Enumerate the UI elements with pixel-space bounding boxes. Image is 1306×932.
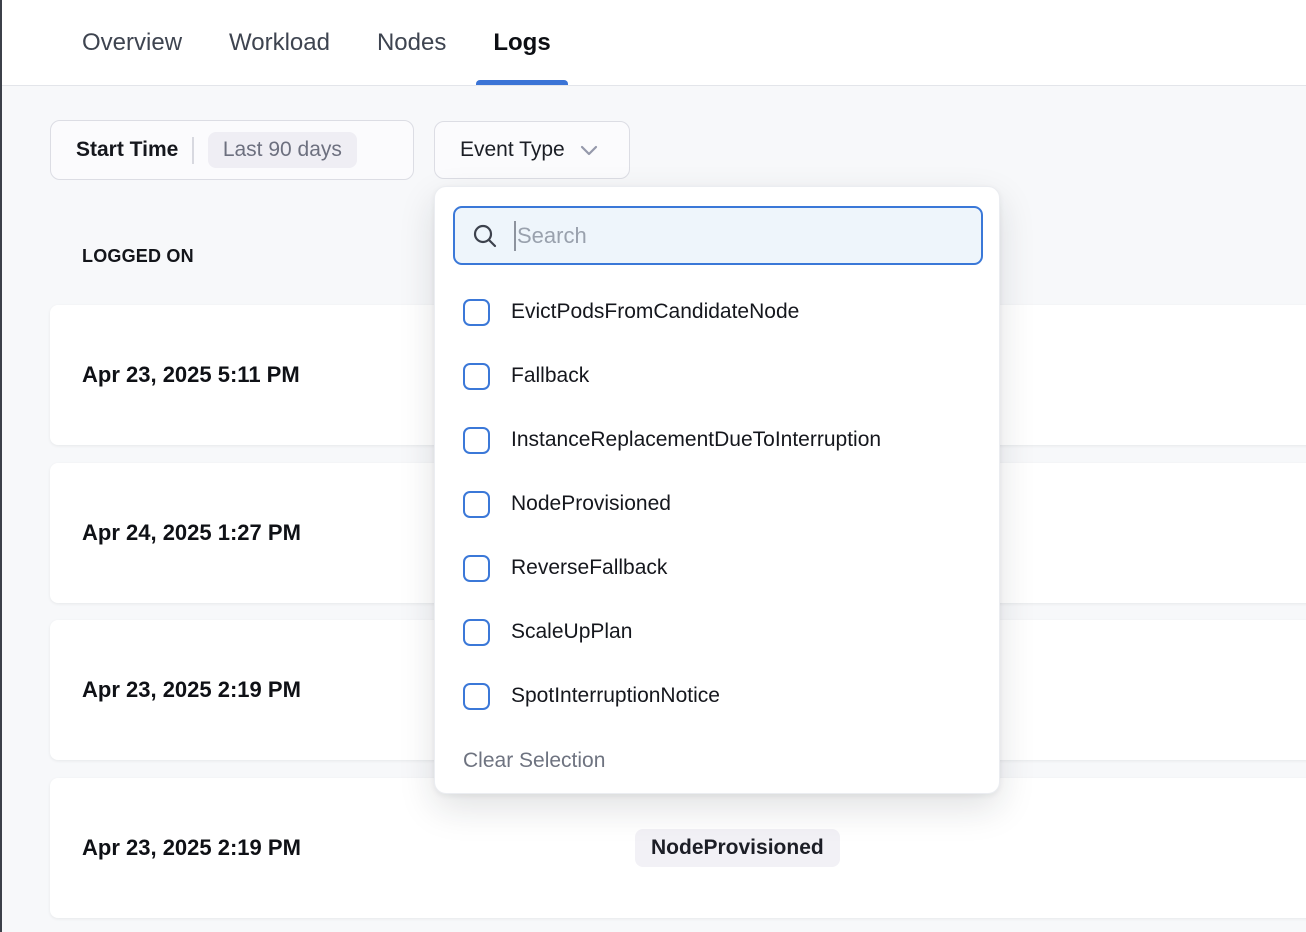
option-evictpodsfromcandidatenode[interactable]: EvictPodsFromCandidateNode: [435, 280, 999, 344]
option-label: ScaleUpPlan: [511, 620, 632, 644]
checkbox-icon[interactable]: [463, 555, 490, 582]
option-label: SpotInterruptionNotice: [511, 684, 720, 708]
logged-on-timestamp: Apr 24, 2025 1:27 PM: [82, 520, 301, 546]
event-type-dropdown-panel: EvictPodsFromCandidateNode Fallback Inst…: [434, 186, 1000, 794]
logged-on-timestamp: Apr 23, 2025 2:19 PM: [82, 835, 301, 861]
window-edge: [0, 0, 2, 932]
checkbox-icon[interactable]: [463, 683, 490, 710]
checkbox-icon[interactable]: [463, 491, 490, 518]
search-input[interactable]: [517, 223, 965, 249]
option-label: ReverseFallback: [511, 556, 667, 580]
clear-selection-link[interactable]: Clear Selection: [463, 749, 605, 773]
search-icon: [471, 222, 499, 250]
tab-bar: Overview Workload Nodes Logs: [2, 0, 1306, 86]
column-header-logged-on: LOGGED ON: [82, 246, 194, 267]
checkbox-icon[interactable]: [463, 363, 490, 390]
logged-on-timestamp: Apr 23, 2025 2:19 PM: [82, 677, 301, 703]
start-time-label: Start Time: [76, 138, 178, 162]
option-scaleupplan[interactable]: ScaleUpPlan: [435, 600, 999, 664]
start-time-filter-button[interactable]: Start Time Last 90 days: [50, 120, 414, 180]
event-type-label: Event Type: [460, 138, 565, 162]
option-label: NodeProvisioned: [511, 492, 671, 516]
option-instancereplacementduetointerruption[interactable]: InstanceReplacementDueToInterruption: [435, 408, 999, 472]
event-type-options-list: EvictPodsFromCandidateNode Fallback Inst…: [435, 280, 999, 728]
tab-nodes[interactable]: Nodes: [377, 0, 446, 85]
tab-logs[interactable]: Logs: [493, 0, 550, 85]
logged-on-timestamp: Apr 23, 2025 5:11 PM: [82, 362, 300, 388]
option-label: Fallback: [511, 364, 589, 388]
option-label: InstanceReplacementDueToInterruption: [511, 428, 881, 452]
tab-overview[interactable]: Overview: [82, 0, 182, 85]
checkbox-icon[interactable]: [463, 619, 490, 646]
dropdown-search-box[interactable]: [453, 206, 983, 265]
text-caret: [514, 221, 516, 251]
option-nodeprovisioned[interactable]: NodeProvisioned: [435, 472, 999, 536]
checkbox-icon[interactable]: [463, 427, 490, 454]
option-reversefallback[interactable]: ReverseFallback: [435, 536, 999, 600]
option-spotinterruptionnotice[interactable]: SpotInterruptionNotice: [435, 664, 999, 728]
tab-workload[interactable]: Workload: [229, 0, 330, 85]
checkbox-icon[interactable]: [463, 299, 490, 326]
start-time-value-chip: Last 90 days: [208, 132, 357, 168]
chevron-down-icon: [580, 145, 598, 156]
option-label: EvictPodsFromCandidateNode: [511, 300, 799, 324]
event-type-filter-button[interactable]: Event Type: [434, 121, 630, 179]
log-row[interactable]: Apr 23, 2025 2:19 PM NodeProvisioned: [50, 778, 1306, 918]
filter-divider: [192, 137, 194, 164]
event-type-badge: NodeProvisioned: [635, 829, 840, 867]
option-fallback[interactable]: Fallback: [435, 344, 999, 408]
